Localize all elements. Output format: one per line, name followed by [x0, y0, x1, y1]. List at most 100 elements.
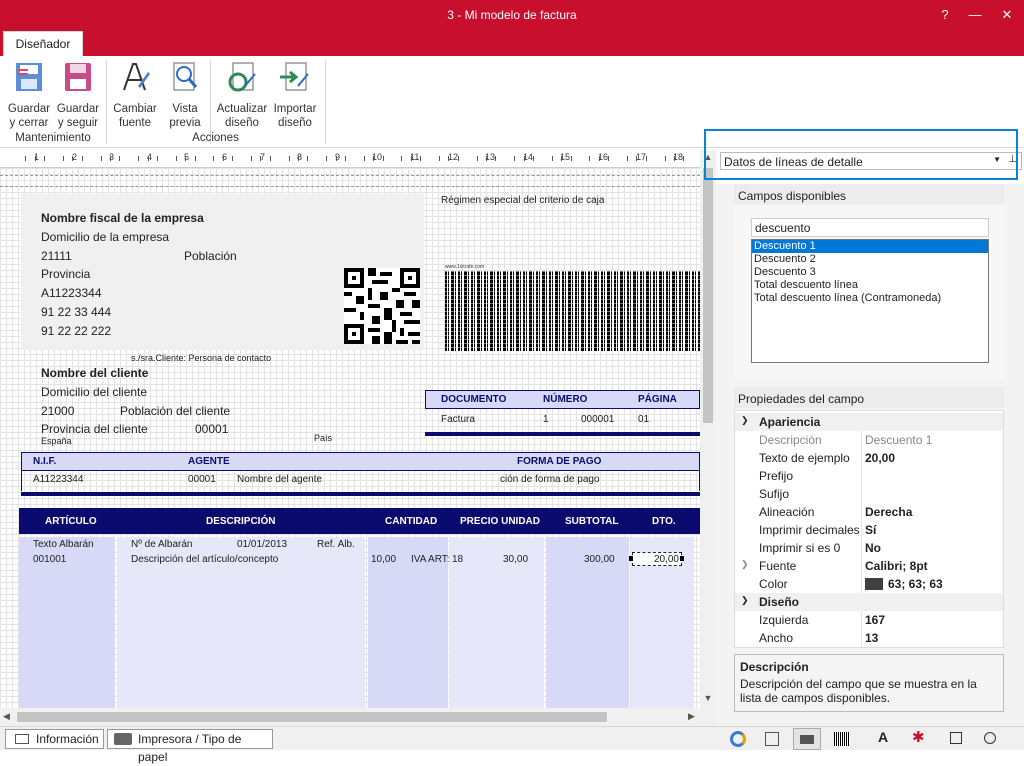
field-list[interactable]: Descuento 1 Descuento 2 Descuento 3 Tota… — [751, 239, 989, 363]
field-list-item[interactable]: Total descuento línea (Contramoneda) — [752, 292, 988, 305]
prop-row[interactable]: Texto de ejemplo 20,00 — [735, 449, 1003, 467]
client-country[interactable]: España — [41, 436, 72, 446]
agent-name[interactable]: Nombre del agente — [237, 474, 322, 485]
agent-code[interactable]: 00001 — [188, 474, 216, 485]
line-albaran-label[interactable]: Nº de Albarán — [131, 539, 192, 550]
barcode-tool-icon[interactable] — [834, 732, 850, 746]
horizontal-scrollbar[interactable]: ◀ ▶ — [0, 708, 716, 726]
text-tool-icon[interactable]: A — [878, 729, 888, 745]
print-tool-icon[interactable] — [793, 728, 821, 750]
preview-button[interactable]: Vista previa — [165, 60, 205, 130]
tab-informacion[interactable]: Información — [5, 729, 104, 749]
regime-text[interactable]: Régimen especial del criterio de caja — [441, 195, 604, 206]
update-design-button[interactable]: Actualizar diseño — [214, 60, 270, 130]
line-iva-label[interactable]: IVA ART: — [411, 554, 450, 565]
doc-value-type[interactable]: Factura — [441, 414, 475, 425]
collapse-icon[interactable]: ❯ — [741, 415, 749, 426]
pdf417-barcode[interactable] — [445, 271, 700, 351]
line-description[interactable]: Descripción del artículo/concepto — [131, 554, 278, 565]
company-phone-2[interactable]: 91 22 22 222 — [41, 324, 111, 338]
line-tool-icon[interactable]: ✱ — [912, 728, 925, 746]
scroll-down-icon[interactable]: ▼ — [702, 693, 714, 705]
ellipse-tool-icon[interactable] — [984, 732, 996, 744]
company-phone-1[interactable]: 91 22 33 444 — [41, 305, 111, 319]
line-iva-value[interactable]: 18 — [452, 554, 463, 565]
field-list-item[interactable]: Descuento 2 — [752, 253, 988, 266]
vertical-scroll-thumb[interactable] — [703, 168, 713, 423]
line-art-code[interactable]: 001001 — [33, 554, 66, 565]
company-name[interactable]: Nombre fiscal de la empresa — [41, 211, 204, 225]
minimize-icon[interactable]: — — [964, 4, 986, 26]
col-precio[interactable] — [449, 537, 544, 708]
company-nif[interactable]: A11223344 — [41, 286, 102, 300]
close-icon[interactable]: ✕ — [996, 4, 1018, 26]
scroll-right-icon[interactable]: ▶ — [688, 711, 700, 723]
resize-handle-right[interactable] — [680, 556, 684, 561]
save-close-button[interactable]: Guardar y cerrar — [5, 60, 53, 130]
field-list-item[interactable]: Descuento 1 — [752, 240, 988, 253]
client-city[interactable]: Población del cliente — [120, 404, 230, 418]
barcode-caption: www.1dcode.com — [445, 264, 485, 270]
prop-row[interactable]: Alineación Derecha — [735, 503, 1003, 521]
import-design-button[interactable]: Importar diseño — [270, 60, 320, 130]
nif-value[interactable]: A11223344 — [33, 474, 83, 485]
preview-icon — [173, 62, 198, 91]
design-canvas[interactable]: Régimen especial del criterio de caja No… — [0, 168, 700, 708]
field-list-item[interactable]: Descuento 3 — [752, 266, 988, 279]
doc-value-series[interactable]: 1 — [543, 414, 549, 425]
line-price[interactable]: 30,00 — [503, 554, 528, 565]
help-icon[interactable]: ? — [934, 4, 956, 26]
description-box: Descripción Descripción del campo que se… — [734, 654, 1004, 712]
color-swatch[interactable] — [865, 578, 883, 590]
field-list-item[interactable]: Total descuento línea — [752, 279, 988, 292]
category-apariencia[interactable]: ❯ Apariencia — [735, 413, 1003, 431]
prop-row[interactable]: Imprimir decimales Sí — [735, 521, 1003, 539]
client-zip[interactable]: 21000 — [41, 404, 74, 418]
prop-row[interactable]: Imprimir si es 0 No — [735, 539, 1003, 557]
client-name[interactable]: Nombre del cliente — [41, 366, 148, 380]
rectangle-tool-icon[interactable] — [950, 732, 962, 744]
prop-row[interactable]: Prefijo — [735, 467, 1003, 485]
client-province[interactable]: Provincia del cliente — [41, 422, 148, 436]
company-province[interactable]: Provincia — [41, 267, 90, 281]
prop-row[interactable]: Sufijo — [735, 485, 1003, 503]
tab-impresora[interactable]: Impresora / Tipo de papel — [107, 729, 273, 764]
ruler-tool-icon[interactable] — [765, 732, 779, 746]
vertical-scrollbar[interactable]: ▲ ▼ — [700, 150, 716, 708]
client-address[interactable]: Domicilio del cliente — [41, 385, 147, 399]
qr-code[interactable] — [344, 268, 420, 344]
doc-value-number[interactable]: 000001 — [581, 414, 614, 425]
line-albaran-date[interactable]: 01/01/2013 — [237, 539, 287, 550]
resize-handle-left[interactable] — [629, 556, 633, 561]
selected-field-dto[interactable]: 20,00 — [632, 552, 682, 566]
tab-disenador[interactable]: Diseñador — [3, 31, 83, 57]
prop-row[interactable]: Izquierda 167 — [735, 611, 1003, 629]
horizontal-scroll-thumb[interactable] — [17, 712, 607, 722]
property-grid[interactable]: ❯ Apariencia Descripción Descuento 1 Text… — [734, 410, 1004, 648]
scroll-left-icon[interactable]: ◀ — [3, 711, 15, 723]
prop-row[interactable]: Ancho 13 — [735, 629, 1003, 647]
line-subtotal[interactable]: 300,00 — [584, 554, 615, 565]
change-font-label-2: fuente — [119, 117, 151, 129]
prop-row[interactable]: Color 63; 63; 63 — [735, 575, 1003, 593]
client-code[interactable]: 00001 — [195, 422, 228, 436]
prop-row[interactable]: Descripción Descuento 1 — [735, 431, 1003, 449]
palette-icon[interactable] — [730, 731, 746, 747]
line-quantity[interactable]: 10,00 — [371, 554, 396, 565]
contact-person[interactable]: s./sra.Cliente: Persona de contacto — [131, 353, 271, 363]
change-font-button[interactable]: Cambiar fuente — [110, 60, 160, 130]
company-city[interactable]: Población — [184, 249, 237, 263]
company-zip[interactable]: 21111 — [41, 249, 72, 263]
client-country-label[interactable]: País — [314, 433, 332, 443]
line-albaran-ref[interactable]: Ref. Alb. — [317, 539, 355, 550]
line-art-text[interactable]: Texto Albarán — [33, 539, 94, 550]
expand-icon[interactable]: ❯ — [741, 559, 749, 570]
company-address[interactable]: Domicilio de la empresa — [41, 230, 169, 244]
prop-row[interactable]: ❯ Fuente Calibri; 8pt — [735, 557, 1003, 575]
payment-method[interactable]: ción de forma de pago — [500, 474, 600, 485]
collapse-icon[interactable]: ❯ — [741, 595, 749, 606]
field-search-input[interactable]: descuento — [751, 218, 989, 237]
category-diseno[interactable]: ❯ Diseño — [735, 593, 1003, 611]
save-continue-button[interactable]: Guardar y seguir — [54, 60, 102, 130]
doc-value-page[interactable]: 01 — [638, 414, 649, 425]
